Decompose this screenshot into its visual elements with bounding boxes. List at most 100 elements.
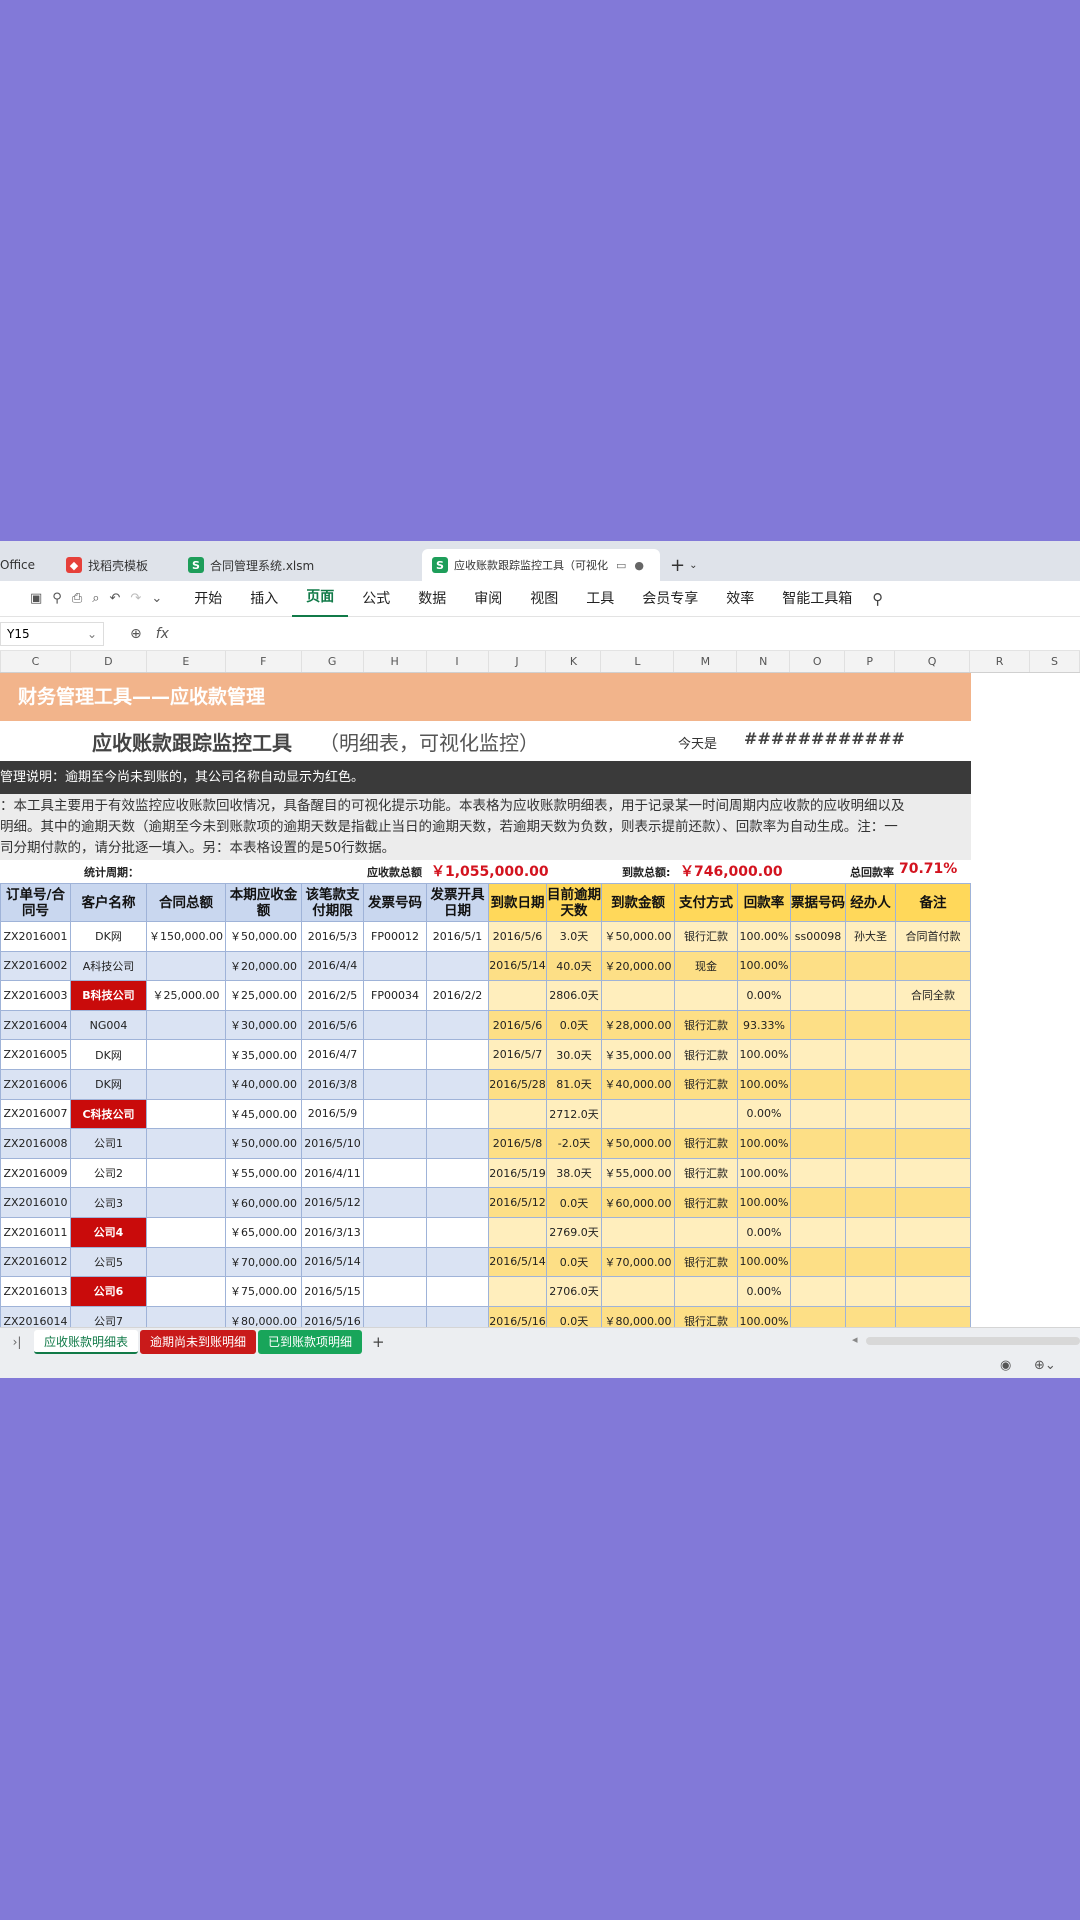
column-letter[interactable]: I — [427, 651, 489, 672]
table-cell[interactable]: 2016/5/6 — [488, 1009, 547, 1041]
table-cell[interactable]: 合同首付款 — [895, 921, 971, 952]
table-cell[interactable]: ￥55,000.00 — [225, 1157, 302, 1189]
table-cell[interactable]: ￥25,000.00 — [225, 980, 302, 1011]
table-cell[interactable]: 2016/5/15 — [301, 1276, 364, 1307]
table-cell[interactable] — [426, 1305, 489, 1327]
table-cell[interactable] — [146, 1246, 226, 1278]
tab-office[interactable]: Office — [0, 549, 52, 581]
table-cell[interactable] — [363, 1187, 427, 1218]
eye-icon[interactable]: ◉ — [1000, 1358, 1011, 1373]
table-cell[interactable]: ￥60,000.00 — [225, 1187, 302, 1218]
table-cell[interactable]: ZX2016012 — [0, 1246, 71, 1278]
column-letter[interactable]: P — [845, 651, 896, 672]
table-cell[interactable] — [488, 1098, 547, 1130]
table-cell[interactable]: 2016/3/13 — [301, 1216, 364, 1248]
table-cell[interactable] — [601, 980, 675, 1011]
table-cell[interactable]: 合同全款 — [895, 980, 971, 1011]
column-letter[interactable]: N — [737, 651, 791, 672]
table-cell[interactable] — [895, 1009, 971, 1041]
table-cell[interactable] — [146, 950, 226, 982]
sheet-nav-icon[interactable]: ›| — [0, 1335, 34, 1349]
table-cell[interactable] — [146, 1276, 226, 1307]
column-header-cell[interactable]: 发票开具日期 — [426, 883, 489, 922]
table-cell[interactable]: ZX2016009 — [0, 1157, 71, 1189]
table-cell[interactable] — [488, 1276, 547, 1307]
table-cell[interactable] — [895, 1246, 971, 1278]
horizontal-scrollbar[interactable] — [866, 1337, 1080, 1345]
table-cell[interactable]: ￥30,000.00 — [225, 1009, 302, 1041]
menu-formula[interactable]: 公式 — [348, 581, 404, 617]
table-cell[interactable]: 2016/5/28 — [488, 1068, 547, 1100]
tab-receivable-file[interactable]: S 应收账款跟踪监控工具（可视化 ▭ ● — [422, 549, 660, 581]
redo-icon[interactable]: ↷ — [130, 591, 141, 606]
table-cell[interactable]: 银行汇款 — [674, 1305, 738, 1327]
table-cell[interactable]: ￥150,000.00 — [146, 921, 226, 952]
table-cell[interactable] — [790, 1246, 846, 1278]
table-cell[interactable]: ￥25,000.00 — [146, 980, 226, 1011]
table-cell[interactable] — [363, 1068, 427, 1100]
table-cell[interactable] — [426, 1246, 489, 1278]
table-cell[interactable]: 银行汇款 — [674, 1187, 738, 1218]
column-letter[interactable]: K — [546, 651, 602, 672]
table-cell[interactable] — [895, 1305, 971, 1327]
column-letter[interactable]: S — [1030, 651, 1080, 672]
menu-view[interactable]: 视图 — [516, 581, 572, 617]
dot-icon[interactable]: ● — [634, 559, 644, 572]
table-cell[interactable] — [790, 1068, 846, 1100]
table-cell[interactable]: A科技公司 — [70, 950, 147, 982]
table-cell[interactable]: 银行汇款 — [674, 1009, 738, 1041]
table-cell[interactable]: ZX2016005 — [0, 1039, 71, 1070]
table-cell[interactable]: ￥65,000.00 — [225, 1216, 302, 1248]
table-cell[interactable]: ￥35,000.00 — [601, 1039, 675, 1070]
chevron-down-icon[interactable]: ⌄ — [151, 591, 162, 606]
table-cell[interactable]: ZX2016004 — [0, 1009, 71, 1041]
preview-icon[interactable]: ⌕ — [92, 591, 99, 606]
menu-efficiency[interactable]: 效率 — [712, 581, 768, 617]
table-cell[interactable]: 2016/2/5 — [301, 980, 364, 1011]
scroll-left-icon[interactable]: ◂ — [852, 1333, 858, 1346]
table-cell[interactable]: 2016/5/14 — [488, 1246, 547, 1278]
table-cell[interactable] — [790, 1305, 846, 1327]
table-cell[interactable] — [895, 1157, 971, 1189]
table-cell[interactable] — [363, 1039, 427, 1070]
table-cell[interactable] — [845, 980, 896, 1011]
column-letter[interactable]: Q — [895, 651, 971, 672]
name-box[interactable]: Y15 ⌄ — [0, 621, 104, 646]
table-cell[interactable]: 2016/5/14 — [301, 1246, 364, 1278]
table-cell[interactable]: DK网 — [70, 921, 147, 952]
table-cell[interactable]: ZX2016006 — [0, 1068, 71, 1100]
table-cell[interactable] — [146, 1305, 226, 1327]
table-cell[interactable]: 2016/5/6 — [301, 1009, 364, 1041]
table-cell[interactable] — [426, 1068, 489, 1100]
column-letter[interactable]: G — [302, 651, 364, 672]
new-tab-button[interactable]: + ⌄ — [664, 549, 703, 581]
menu-smart-tools[interactable]: 智能工具箱 — [768, 581, 866, 617]
table-cell[interactable] — [488, 1216, 547, 1248]
table-cell[interactable] — [146, 1157, 226, 1189]
table-cell[interactable] — [790, 1216, 846, 1248]
column-letter[interactable]: J — [489, 651, 547, 672]
column-letter[interactable]: C — [1, 651, 71, 672]
table-cell[interactable] — [146, 1187, 226, 1218]
column-letter[interactable]: D — [71, 651, 147, 672]
table-cell[interactable] — [426, 1098, 489, 1130]
table-cell[interactable] — [790, 1039, 846, 1070]
table-cell[interactable]: ZX2016003 — [0, 980, 71, 1011]
table-cell[interactable] — [426, 1039, 489, 1070]
zoom-icon[interactable]: ⊕ — [130, 626, 142, 642]
menu-page[interactable]: 页面 — [292, 581, 349, 617]
table-cell[interactable] — [845, 1216, 896, 1248]
table-cell[interactable]: 2016/4/4 — [301, 950, 364, 982]
table-cell[interactable] — [363, 1246, 427, 1278]
column-header-cell[interactable]: 到款金额 — [601, 883, 675, 922]
table-cell[interactable]: 公司5 — [70, 1246, 147, 1278]
table-cell[interactable]: 0.00% — [737, 1216, 791, 1248]
table-cell[interactable] — [790, 1009, 846, 1041]
fx-icon[interactable]: fx — [156, 626, 169, 642]
table-cell[interactable]: 2712.0天 — [546, 1098, 602, 1130]
sheet-tab-overdue[interactable]: 逾期尚未到账明细 — [140, 1329, 257, 1354]
table-cell[interactable] — [790, 980, 846, 1011]
table-cell[interactable]: 100.00% — [737, 1305, 791, 1327]
table-cell[interactable]: 银行汇款 — [674, 1039, 738, 1070]
table-cell[interactable]: 0.00% — [737, 1098, 791, 1130]
